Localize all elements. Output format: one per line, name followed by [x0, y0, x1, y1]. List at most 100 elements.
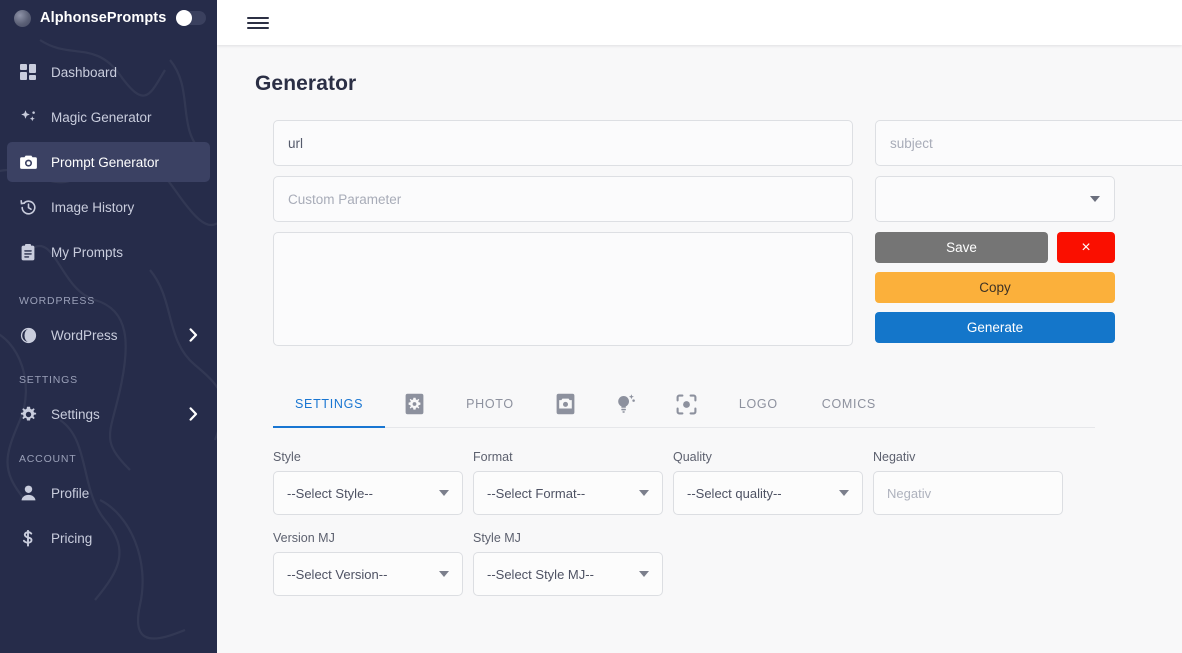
form-row-1 [273, 120, 1182, 166]
style-mj-select[interactable]: --Select Style MJ-- [473, 552, 663, 596]
version-mj-select-value: --Select Version-- [287, 566, 388, 582]
negativ-label: Negativ [873, 450, 916, 464]
wordpress-globe-icon [19, 326, 37, 344]
sidebar-item-profile[interactable]: Profile [7, 473, 210, 513]
negativ-input[interactable] [873, 471, 1063, 515]
model-select[interactable] [875, 176, 1115, 222]
tab-focus-scan[interactable] [656, 381, 717, 427]
chevron-down-icon [439, 571, 449, 577]
style-mj-select-value: --Select Style MJ-- [487, 566, 594, 582]
main-area: Generator url subject Custom Parameter S… [217, 0, 1182, 653]
tab-settings[interactable]: SETTINGS [273, 381, 386, 428]
app-root: AlphonsePrompts Dashboard Magic Generato… [0, 0, 1182, 653]
tab-comics[interactable]: COMICS [800, 381, 898, 427]
copy-button[interactable]: Copy [875, 272, 1115, 303]
custom-parameter-input[interactable] [273, 176, 853, 222]
sidebar-item-dashboard[interactable]: Dashboard [7, 52, 210, 92]
focus-scan-icon [676, 394, 697, 415]
tab-camera[interactable] [536, 381, 595, 427]
format-field: Format --Select Format-- [473, 450, 663, 515]
sidebar-item-label: Profile [51, 485, 90, 501]
action-buttons: Save × Copy Generate [875, 232, 1115, 351]
format-select-value: --Select Format-- [487, 485, 586, 501]
subject-input[interactable] [875, 120, 1182, 166]
quality-select-value: --Select quality-- [687, 485, 782, 501]
brand-title: AlphonsePrompts [40, 10, 167, 26]
brand-header[interactable]: AlphonsePrompts [0, 0, 217, 36]
format-select[interactable]: --Select Format-- [473, 471, 663, 515]
tab-label: COMICS [821, 397, 876, 411]
quality-select[interactable]: --Select quality-- [673, 471, 863, 515]
version-mj-select[interactable]: --Select Version-- [273, 552, 463, 596]
form-row-2 [273, 176, 1132, 222]
content-area: Generator url subject Custom Parameter S… [217, 45, 1182, 596]
sidebar-item-pricing[interactable]: Pricing [7, 518, 210, 558]
chevron-down-icon [639, 571, 649, 577]
tab-lightbulb[interactable] [595, 381, 656, 427]
delete-button[interactable]: × [1057, 232, 1115, 263]
sidebar-item-label: WordPress [51, 327, 118, 343]
style-field: Style --Select Style-- [273, 450, 463, 515]
sidebar-item-settings[interactable]: Settings [7, 394, 210, 434]
style-label: Style [273, 450, 301, 464]
save-button[interactable]: Save [875, 232, 1048, 263]
sidebar-section-settings: SETTINGS [19, 374, 78, 386]
version-mj-label: Version MJ [273, 531, 335, 545]
theme-toggle-switch[interactable] [176, 10, 207, 26]
settings-row-1: Style --Select Style-- Format --Select F… [273, 450, 1132, 515]
lightbulb-sparkle-icon [615, 393, 636, 415]
sidebar: AlphonsePrompts Dashboard Magic Generato… [0, 0, 217, 653]
tab-settings-square[interactable] [385, 381, 444, 427]
page-title: Generator [255, 72, 357, 95]
tab-photo[interactable]: PHOTO [444, 381, 536, 427]
style-select[interactable]: --Select Style-- [273, 471, 463, 515]
prompt-textarea-wrap [273, 232, 853, 351]
save-delete-row: Save × [875, 232, 1115, 263]
globe-logo-icon [14, 9, 31, 27]
sidebar-nav: Dashboard Magic Generator Prompt Generat… [0, 36, 217, 558]
generator-form: Save × Copy Generate [255, 120, 1182, 351]
style-mj-field: Style MJ --Select Style MJ-- [473, 531, 663, 596]
hamburger-menu-icon[interactable] [247, 15, 269, 31]
tab-label: PHOTO [466, 397, 514, 411]
tab-logo[interactable]: LOGO [717, 381, 800, 427]
generate-button[interactable]: Generate [875, 312, 1115, 343]
sidebar-item-image-history[interactable]: Image History [7, 187, 210, 227]
url-field-wrap [273, 120, 853, 166]
style-mj-label: Style MJ [473, 531, 521, 545]
sidebar-item-wordpress[interactable]: WordPress [7, 315, 210, 355]
sidebar-item-label: Pricing [51, 530, 93, 546]
chevron-right-icon [189, 328, 198, 342]
camera-icon [556, 393, 575, 415]
subject-field-wrap [875, 120, 1182, 166]
sidebar-item-label: Image History [51, 199, 135, 215]
format-label: Format [473, 450, 513, 464]
settings-square-icon [405, 393, 424, 415]
sidebar-section-account: ACCOUNT [19, 453, 77, 465]
hamburger-line [247, 26, 269, 29]
version-mj-field: Version MJ --Select Version-- [273, 531, 463, 596]
sparkles-icon [19, 108, 37, 126]
sidebar-item-magic-generator[interactable]: Magic Generator [7, 97, 210, 137]
chevron-down-icon [839, 490, 849, 496]
tabs-wrap: SETTINGS PHOTO LOGO COMICS [255, 381, 1132, 428]
dollar-icon [19, 529, 37, 547]
sidebar-section-wordpress: WORDPRESS [19, 295, 96, 307]
sidebar-item-label: Magic Generator [51, 109, 152, 125]
chevron-down-icon [1090, 196, 1100, 202]
sidebar-item-my-prompts[interactable]: My Prompts [7, 232, 210, 272]
toggle-knob [176, 10, 193, 26]
sidebar-item-label: Settings [51, 406, 100, 422]
sidebar-item-label: Prompt Generator [51, 154, 160, 170]
sidebar-item-prompt-generator[interactable]: Prompt Generator [7, 142, 210, 182]
style-select-value: --Select Style-- [287, 485, 373, 501]
form-row-3: Save × Copy Generate [273, 232, 1132, 351]
prompt-textarea[interactable] [273, 232, 853, 346]
camera-icon [19, 153, 37, 171]
sidebar-item-label: Dashboard [51, 64, 118, 80]
custom-parameter-field-wrap [273, 176, 853, 222]
settings-row-2: Version MJ --Select Version-- Style MJ -… [273, 531, 1132, 596]
url-input[interactable] [273, 120, 853, 166]
hamburger-line [247, 16, 269, 19]
history-clock-icon [19, 198, 37, 216]
